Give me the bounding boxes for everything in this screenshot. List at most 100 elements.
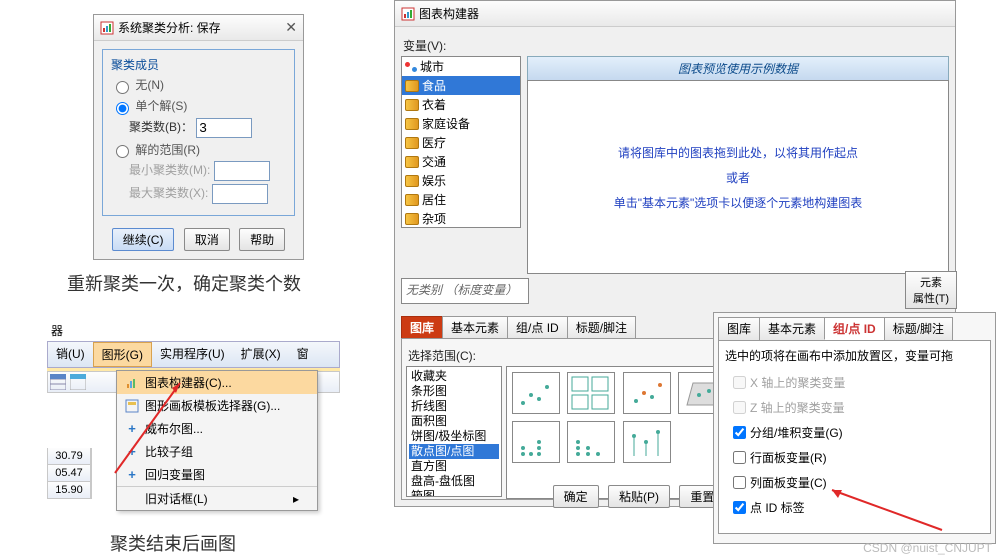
ct-area[interactable]: 面积图 [409,414,499,429]
variables-list[interactable]: 城市 食品 衣着 家庭设备 医疗 交通 娱乐 居住 杂项 Average Lin… [401,56,521,228]
submenu-template-chooser[interactable]: 图形画板模板选择器(G)... [117,394,317,417]
tab-basic-elements[interactable]: 基本元素 [442,316,508,338]
ct-bar[interactable]: 条形图 [409,384,499,399]
cluster-membership-group: 聚类成员 无(N) 单个解(S) 聚类数(B)： 解的范围(R) 最小聚类数(M… [102,49,295,216]
hint-2: 或者 [726,169,750,186]
var-housing[interactable]: 居住 [402,190,520,209]
cb-point-id[interactable]: 点 ID 标签 [725,495,984,520]
cb-x-axis: X 轴上的聚类变量 [725,370,984,395]
submenu-legacy[interactable]: 旧对话框(L)▸ [117,487,317,510]
paste-button[interactable]: 粘贴(P) [608,485,670,508]
thumb-dot-simple[interactable] [512,421,560,463]
preview-title: 图表预览使用示例数据 [527,56,949,80]
var-city[interactable]: 城市 [402,57,520,76]
menu-utilities[interactable]: 实用程序(U) [152,342,233,367]
submenu-chart-builder[interactable]: 图表构建器(C)... [117,371,317,394]
scale-icon [405,137,419,149]
var-clothes[interactable]: 衣着 [402,95,520,114]
save-dialog-title: 系统聚类分析: 保存 [118,19,221,36]
tab-titles[interactable]: 标题/脚注 [567,316,636,338]
plus-icon: + [128,467,136,482]
hint-1: 请将图库中的图表拖到此处，以将其用作起点 [618,144,858,161]
var-household[interactable]: 家庭设备 [402,114,520,133]
tab2-groupid[interactable]: 组/点 ID [824,317,885,340]
chevron-right-icon: ▸ [293,492,299,506]
caption-1: 重新聚类一次，确定聚类个数 [67,270,301,296]
var-misc[interactable]: 杂项 [402,209,520,228]
no-category-box: 无类别 （标度变量） [401,278,529,304]
ok-button[interactable]: 确定 [553,485,599,508]
continue-button[interactable]: 继续(C) [112,228,175,251]
group-id-tabstrip: 图库 基本元素 组/点 ID 标题/脚注 [718,317,991,340]
scale-icon [405,213,419,225]
var-entertain[interactable]: 娱乐 [402,171,520,190]
graph-submenu: 图表构建器(C)... 图形画板模板选择器(G)... +威布尔图... +比较… [116,370,318,511]
close-icon[interactable]: ✕ [285,19,297,36]
tab2-gallery[interactable]: 图库 [718,317,760,340]
scale-icon [405,80,419,92]
cb-z-axis: Z 轴上的聚类变量 [725,395,984,420]
ct-line[interactable]: 折线图 [409,399,499,414]
data-row-2: 05.47 [47,465,92,482]
submenu-regression-var[interactable]: +回归变量图 [117,463,317,486]
app-icon [401,7,415,21]
tab2-basic[interactable]: 基本元素 [759,317,825,340]
data-row-3: 15.90 [47,482,92,499]
ct-scatter[interactable]: 散点图/点图 [409,444,499,459]
submenu-compare-groups[interactable]: +比较子组 [117,440,317,463]
ct-pie[interactable]: 饼图/极坐标图 [409,429,499,444]
cb-stack-var[interactable]: 分组/堆积变量(G) [725,420,984,445]
group-point-id-panel: 图库 基本元素 组/点 ID 标题/脚注 选中的项将在画布中添加放置区，变量可拖… [713,312,996,544]
group-id-body: 选中的项将在画布中添加放置区，变量可拖 X 轴上的聚类变量 Z 轴上的聚类变量 … [718,340,991,534]
thumb-dropline[interactable] [623,421,671,463]
thumb-scatter-simple[interactable] [512,372,560,414]
var-medical[interactable]: 医疗 [402,133,520,152]
nominal-icon [405,62,417,72]
min-clusters-row: 最小聚类数(M): [111,161,286,181]
max-clusters-input [212,184,268,204]
var-food[interactable]: 食品 [402,76,520,95]
scale-icon [405,175,419,187]
scale-icon [405,118,419,130]
chart-preview-canvas[interactable]: 请将图库中的图表拖到此处，以将其用作起点 或者 单击"基本元素"选项卡以便逐个元… [527,80,949,274]
menu-graph[interactable]: 图形(G) [93,342,152,367]
save-dialog-titlebar[interactable]: 系统聚类分析: 保存 ✕ [94,15,303,41]
tab-group-point-id[interactable]: 组/点 ID [507,316,568,338]
variables-label: 变量(V): [403,37,949,54]
min-clusters-input [214,161,270,181]
tab-gallery[interactable]: 图库 [401,316,443,338]
radio-single[interactable]: 单个解(S) [111,97,286,115]
radio-none[interactable]: 无(N) [111,76,286,94]
element-props-button[interactable]: 元素属性(T) [905,271,957,309]
menu-bar: 销(U) 图形(G) 实用程序(U) 扩展(X) 窗 [47,341,340,368]
tab2-titles[interactable]: 标题/脚注 [884,317,953,340]
var-transport[interactable]: 交通 [402,152,520,171]
cluster-count-label: 聚类数(B)： [129,120,193,134]
app-icon [100,21,114,35]
caption-2: 聚类结束后画图 [110,530,236,556]
menu-undo[interactable]: 销(U) [48,342,93,367]
chart-builder-titlebar[interactable]: 图表构建器 [395,1,955,27]
hint-3: 单击"基本元素"选项卡以便逐个元素地构建图表 [614,194,863,211]
cancel-button[interactable]: 取消 [184,228,230,251]
plus-icon: + [128,444,136,459]
submenu-weibull[interactable]: +威布尔图... [117,417,317,440]
scale-icon [405,99,419,111]
help-button[interactable]: 帮助 [239,228,285,251]
plus-icon: + [128,421,136,436]
grid-icon[interactable] [50,374,66,390]
ct-favorites[interactable]: 收藏夹 [409,369,499,384]
thumb-scatter-matrix[interactable] [567,372,615,414]
chart-type-list[interactable]: 收藏夹 条形图 折线图 面积图 饼图/极坐标图 散点图/点图 直方图 盘高-盘低… [406,366,502,497]
ct-hist[interactable]: 直方图 [409,459,499,474]
cb-row-panel[interactable]: 行面板变量(R) [725,445,984,470]
cluster-count-input[interactable] [196,118,252,138]
menu-window[interactable]: 窗 [289,342,317,367]
thumb-scatter-overlay[interactable] [623,372,671,414]
template-icon [123,399,141,413]
thumb-dot-stacked[interactable] [567,421,615,463]
grid-icon-2[interactable] [70,374,86,390]
menu-extensions[interactable]: 扩展(X) [233,342,289,367]
radio-range[interactable]: 解的范围(R) [111,141,286,159]
cb-col-panel[interactable]: 列面板变量(C) [725,470,984,495]
